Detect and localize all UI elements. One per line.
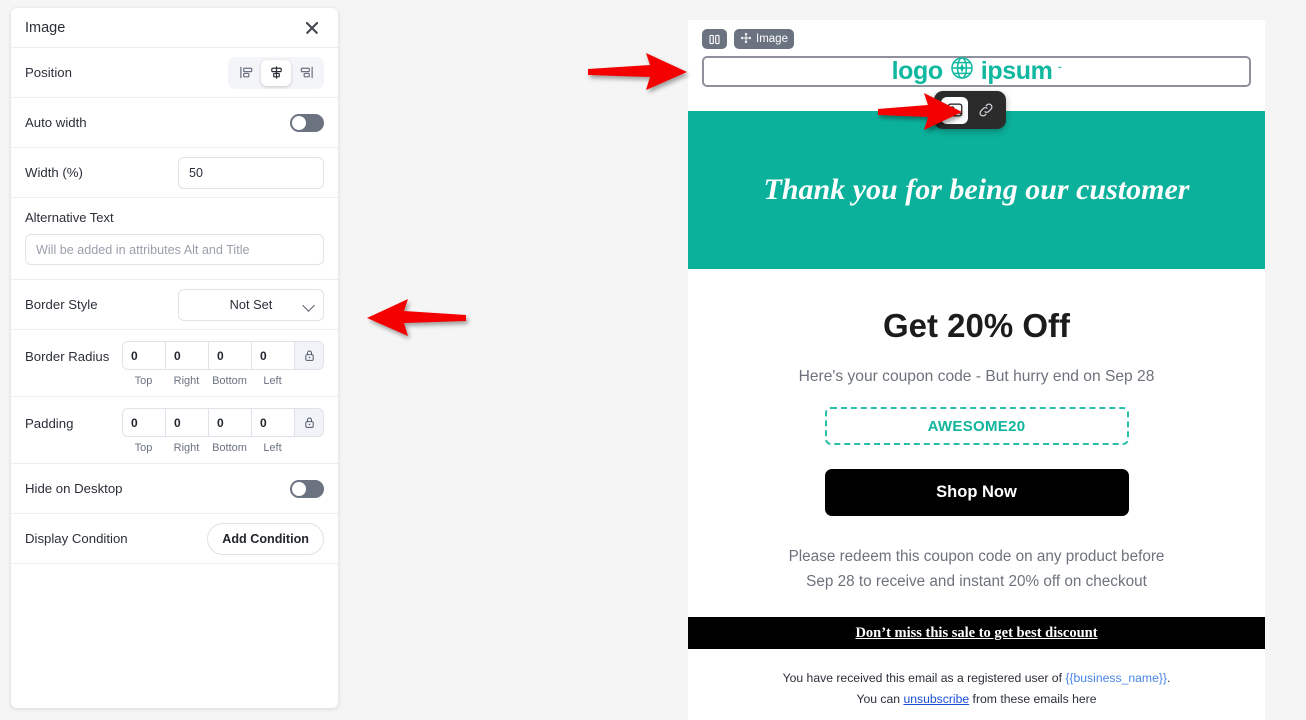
footer-line-1-text-b: . (1167, 671, 1171, 685)
auto-width-row: Auto width (11, 98, 338, 148)
side-label-top: Top (134, 375, 153, 387)
border-radius-control: 0 0 0 0 Top Right Bottom Left (122, 341, 324, 387)
redeem-line-1: Please redeem this coupon code on any pr… (788, 548, 1165, 565)
border-radius-label: Border Radius (25, 349, 110, 364)
padding-bottom-input[interactable]: 0 (209, 409, 252, 436)
image-block-chip-label: Image (756, 33, 788, 45)
width-input[interactable] (178, 156, 324, 189)
width-row: Width (%) (11, 148, 338, 198)
auto-width-label: Auto width (25, 115, 87, 130)
move-icon (740, 32, 752, 47)
lock-icon[interactable] (295, 342, 323, 369)
hide-on-desktop-row: Hide on Desktop (11, 464, 338, 514)
email-footer: You have received this email as a regist… (688, 649, 1265, 720)
side-label-bottom: Bottom (212, 442, 247, 454)
border-style-select-wrap: Not Set (178, 288, 324, 321)
sale-strip: Don’t miss this sale to get best discoun… (688, 617, 1265, 649)
display-condition-row: Display Condition Add Condition (11, 514, 338, 564)
panel-header: Image (11, 8, 338, 48)
footer-line-2: You can unsubscribe from these emails he… (688, 689, 1265, 710)
footer-line-1: You have received this email as a regist… (688, 668, 1265, 689)
align-right-icon[interactable] (291, 60, 321, 86)
logo-trademark: ˘ (1058, 66, 1062, 77)
side-label-right: Right (173, 375, 200, 387)
border-radius-right-input[interactable]: 0 (166, 342, 209, 369)
side-label-top: Top (134, 442, 153, 454)
toggle-knob (292, 115, 306, 130)
logo: logo ipsum ˘ (892, 55, 1062, 88)
redeem-instructions: Please redeem this coupon code on any pr… (688, 544, 1265, 594)
hero-banner: Thank you for being our customer (688, 111, 1265, 269)
padding-left-input[interactable]: 0 (252, 409, 295, 436)
align-left-icon[interactable] (231, 60, 261, 86)
align-center-icon[interactable] (261, 59, 291, 86)
footer-line-2-text-b: from these emails here (969, 692, 1097, 706)
auto-width-toggle[interactable] (290, 113, 324, 132)
link-icon[interactable] (972, 97, 999, 124)
border-style-label: Border Style (25, 297, 98, 312)
image-block-chip[interactable]: Image (734, 29, 794, 49)
padding-side-labels: Top Right Bottom Left (122, 442, 324, 454)
side-label-right: Right (173, 442, 200, 454)
redeem-line-2: Sep 28 to receive and instant 20% off on… (806, 573, 1147, 590)
padding-control: 0 0 0 0 Top Right Bottom Left (122, 408, 324, 454)
footer-line-1-text-a: You have received this email as a regist… (782, 671, 1066, 685)
business-name-variable: {{business_name}} (1065, 671, 1167, 685)
arrow-pointing-to-image-block (878, 93, 962, 130)
coupon-code-box[interactable]: AWESOME20 (824, 407, 1129, 445)
padding-top-input[interactable]: 0 (123, 409, 166, 436)
image-settings-panel: Image Position Auto width Width (%) 50 A… (11, 8, 338, 708)
banner-heading: Thank you for being our customer (763, 173, 1190, 206)
padding-right-input[interactable]: 0 (166, 409, 209, 436)
border-radius-bottom-input[interactable]: 0 (209, 342, 252, 369)
border-radius-row: Border Radius 0 0 0 0 Top Right Bottom L… (11, 330, 338, 397)
alt-text-block: Alternative Text (11, 198, 338, 280)
logo-text-right: ipsum (980, 57, 1053, 85)
logo-text-left: logo (891, 57, 944, 85)
hide-on-desktop-toggle[interactable] (290, 479, 324, 498)
side-label-left: Left (263, 442, 282, 454)
email-body: Get 20% Off Here's your coupon code - Bu… (688, 269, 1265, 720)
email-preview: Image logo ipsum ˘ Thank you for being o… (688, 20, 1265, 720)
block-toolbar-chips: Image (702, 29, 794, 49)
display-condition-label: Display Condition (25, 531, 128, 546)
unsubscribe-link[interactable]: unsubscribe (903, 692, 969, 706)
arrow-pointing-to-image-toolbar (588, 53, 687, 90)
arrow-pointing-to-settings-panel (367, 299, 466, 336)
border-style-select[interactable]: Not Set (178, 288, 324, 321)
side-label-left: Left (263, 375, 282, 387)
logo-image-block[interactable]: logo ipsum ˘ (702, 56, 1251, 87)
side-label-bottom: Bottom (212, 375, 247, 387)
border-radius-side-labels: Top Right Bottom Left (122, 375, 324, 387)
toggle-knob (292, 481, 306, 496)
sale-strip-text: Don’t miss this sale to get best discoun… (855, 624, 1098, 641)
columns-chip[interactable] (702, 29, 727, 49)
padding-boxes: 0 0 0 0 (122, 408, 324, 437)
padding-row: Padding 0 0 0 0 Top Right Bottom Left (11, 397, 338, 464)
alt-text-input[interactable] (25, 234, 324, 265)
close-icon[interactable] (302, 18, 322, 38)
lock-icon[interactable] (295, 409, 323, 436)
position-label: Position (25, 65, 72, 80)
page-title: Image (25, 19, 66, 36)
app-root: Image Position Auto width Width (%) 50 A… (0, 0, 1306, 720)
alt-text-label: Alternative Text (25, 210, 114, 225)
offer-subtext: Here's your coupon code - But hurry end … (798, 368, 1155, 385)
footer-line-2-text-a: You can (856, 692, 904, 706)
offer-headline: Get 20% Off (882, 307, 1071, 344)
hide-on-desktop-label: Hide on Desktop (25, 481, 123, 496)
add-condition-button[interactable]: Add Condition (207, 522, 324, 555)
globe-icon (949, 55, 975, 88)
shop-now-button[interactable]: Shop Now (824, 469, 1129, 516)
position-segmented-control (228, 56, 324, 89)
border-style-row: Border Style Not Set (11, 280, 338, 330)
border-radius-left-input[interactable]: 0 (252, 342, 295, 369)
width-label: Width (%) (25, 165, 83, 180)
padding-label: Padding (25, 416, 74, 431)
border-radius-top-input[interactable]: 0 (123, 342, 166, 369)
border-radius-boxes: 0 0 0 0 (122, 341, 324, 370)
position-row: Position (11, 48, 338, 98)
